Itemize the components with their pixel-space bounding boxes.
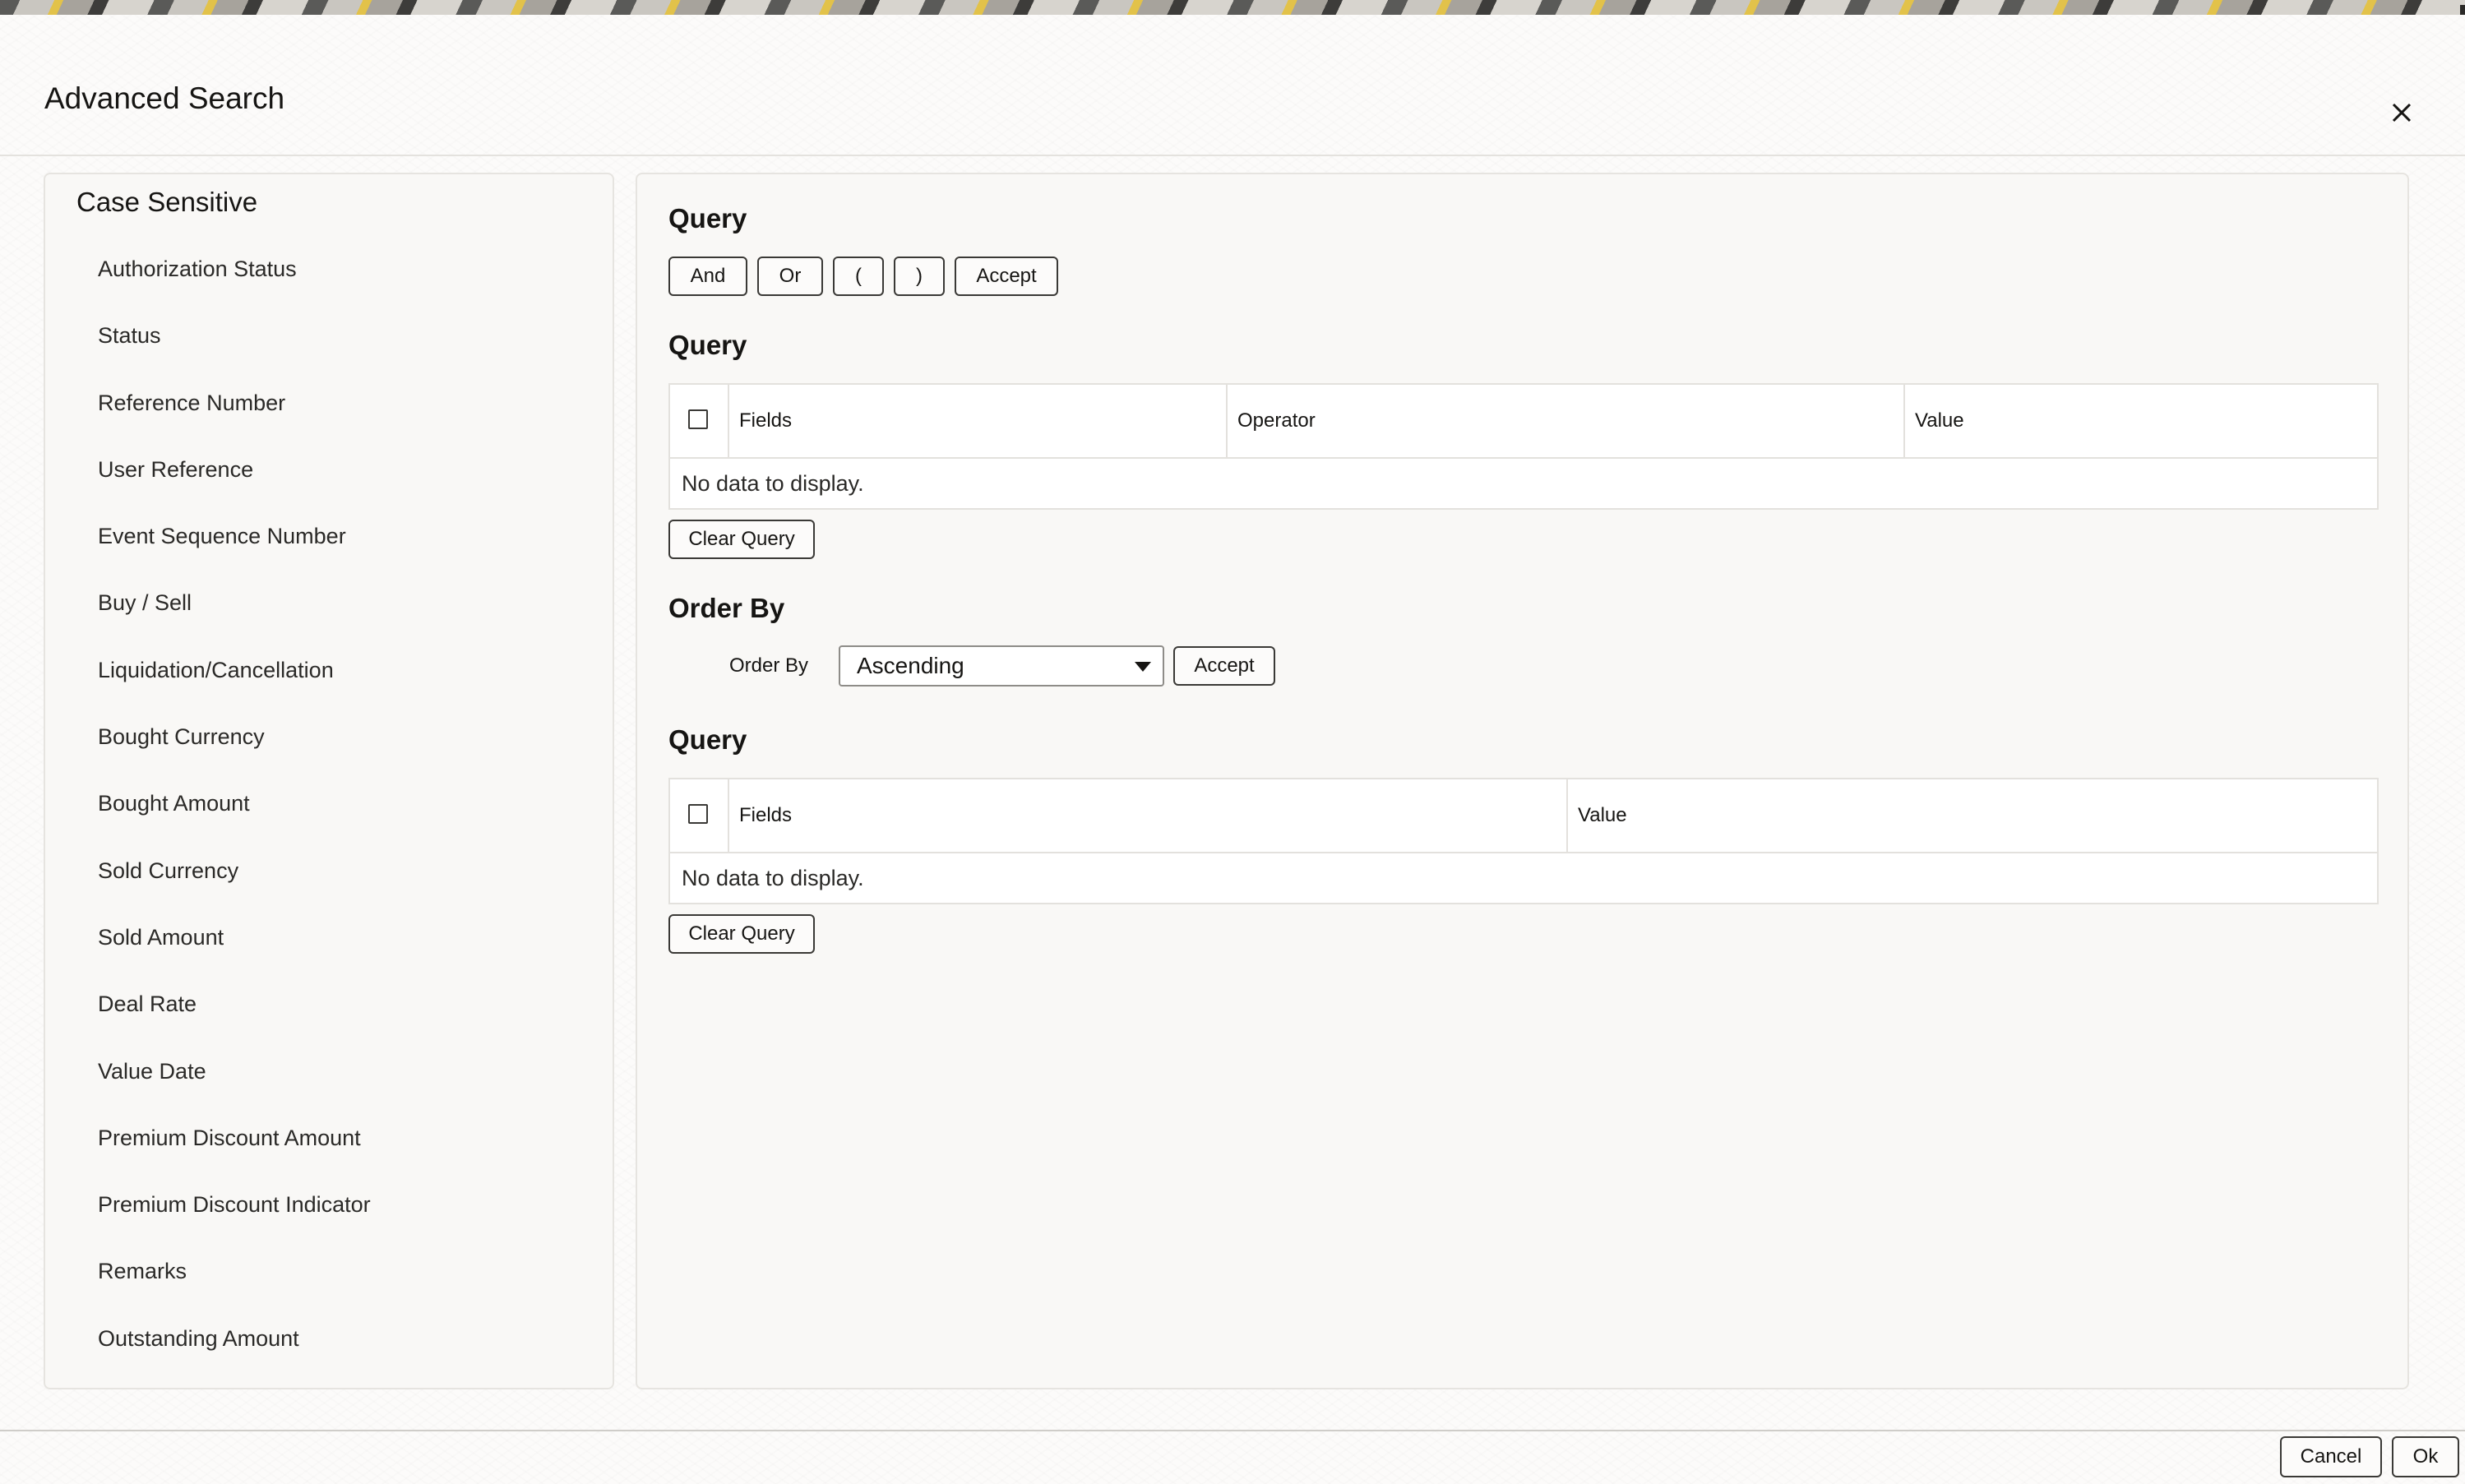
order-table: Fields Value No data to display. [668,778,2379,904]
order-by-selected-value: Ascending [857,653,964,678]
ok-button[interactable]: Ok [2392,1436,2459,1477]
column-header-fields[interactable]: Fields [728,385,1283,457]
chevron-down-icon [1135,662,1151,672]
field-item-reference-number[interactable]: Reference Number [98,389,371,455]
header-divider [0,155,2465,156]
query-table: Fields Operator Value No data to display… [668,383,2379,510]
query-table-empty-message: No data to display. [682,470,864,496]
field-item-liquidation-cancellation[interactable]: Liquidation/Cancellation [98,656,371,723]
advanced-search-dialog: Advanced Search Case Sensitive Authoriza… [0,15,2465,1484]
clear-query-button[interactable]: Clear Query [668,520,815,559]
background-banner-strip [0,0,2465,15]
query-panel: Query And Or ( ) Accept Query Fields Ope… [636,173,2409,1389]
order-table-header: Fields Value [670,779,2377,853]
close-icon [2392,103,2412,123]
close-button[interactable] [2381,92,2422,133]
order-select-all-checkbox[interactable] [688,804,708,824]
order-by-label: Order By [729,654,809,677]
case-sensitive-heading: Case Sensitive [76,187,258,217]
query-accept-button[interactable]: Accept [955,257,1058,296]
order-table-empty-message: No data to display. [682,865,864,890]
field-item-bought-currency[interactable]: Bought Currency [98,723,371,789]
field-item-event-sequence-number[interactable]: Event Sequence Number [98,522,371,589]
order-by-title: Order By [668,593,785,623]
column-header-value[interactable]: Value [1566,779,2379,852]
field-item-remarks[interactable]: Remarks [98,1257,371,1324]
field-item-premium-discount-amount[interactable]: Premium Discount Amount [98,1124,371,1190]
field-item-sold-amount[interactable]: Sold Amount [98,923,371,990]
field-item-status[interactable]: Status [98,321,371,388]
and-button[interactable]: And [668,257,747,296]
field-item-user-reference[interactable]: User Reference [98,455,371,522]
footer-divider [0,1430,2465,1431]
field-item-bought-amount[interactable]: Bought Amount [98,789,371,856]
column-header-operator[interactable]: Operator [1226,385,1903,457]
or-button[interactable]: Or [757,257,823,296]
query-table-title: Query [668,330,747,360]
cancel-button[interactable]: Cancel [2280,1436,2382,1477]
order-by-select[interactable]: Ascending [839,645,1164,687]
query-builder-title: Query [668,203,747,233]
field-item-deal-rate[interactable]: Deal Rate [98,990,371,1056]
field-list-panel: Case Sensitive Authorization Status Stat… [44,173,614,1389]
field-item-authorization-status[interactable]: Authorization Status [98,255,371,321]
field-item-value-date[interactable]: Value Date [98,1057,371,1124]
clear-order-query-button[interactable]: Clear Query [668,914,815,954]
order-by-accept-button[interactable]: Accept [1173,646,1275,686]
open-paren-button[interactable]: ( [833,257,884,296]
column-header-value[interactable]: Value [1903,385,2379,457]
query-table-header: Fields Operator Value [670,385,2377,459]
dialog-title: Advanced Search [44,81,285,115]
field-item-outstanding-amount[interactable]: Outstanding Amount [98,1325,371,1391]
query-select-all-checkbox[interactable] [688,409,708,429]
close-paren-button[interactable]: ) [894,257,945,296]
order-table-title: Query [668,724,747,755]
field-item-buy-sell[interactable]: Buy / Sell [98,589,371,655]
column-header-fields[interactable]: Fields [728,779,1566,852]
field-list: Authorization Status Status Reference Nu… [98,255,371,1391]
field-item-premium-discount-indicator[interactable]: Premium Discount Indicator [98,1190,371,1257]
field-item-sold-currency[interactable]: Sold Currency [98,857,371,923]
